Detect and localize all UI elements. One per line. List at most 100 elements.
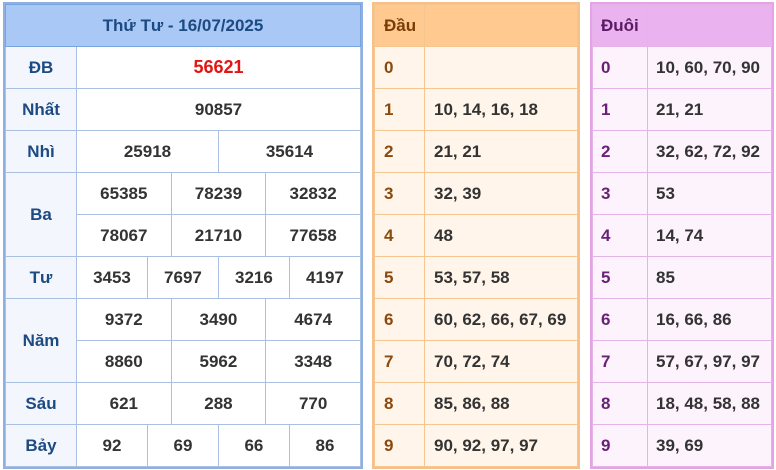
dau-table: Đầu 0 1 10, 14, 16, 18 2 21, 21 3 32, 39 44… [372, 2, 580, 469]
prize-number: 90857 [76, 88, 361, 131]
duoi-row: 5 85 [592, 256, 772, 299]
prize-number: 5962 [170, 340, 267, 383]
dau-header-blank [424, 4, 578, 47]
dau-row: 5 53, 57, 58 [374, 256, 578, 299]
prize-label: Bảy [5, 424, 77, 467]
prize-number-db: 56621 [76, 46, 361, 89]
duoi-row: 9 39, 69 [592, 424, 772, 467]
prize-number: 65385 [76, 172, 172, 215]
dau-digit: 6 [374, 298, 425, 341]
duoi-values: 18, 48, 58, 88 [647, 382, 772, 425]
prize-number: 8860 [76, 340, 172, 383]
dau-digit: 9 [374, 424, 425, 467]
prize-number: 35614 [217, 130, 362, 173]
duoi-row: 1 21, 21 [592, 88, 772, 131]
duoi-row: 6 16, 66, 86 [592, 298, 772, 341]
prize-number: 77658 [265, 214, 361, 257]
dau-row: 4 48 [374, 214, 578, 257]
prize-number: 78067 [76, 214, 172, 257]
duoi-digit: 6 [592, 298, 648, 341]
prize-number: 25918 [76, 130, 219, 173]
dau-digit: 2 [374, 130, 425, 173]
duoi-row: 7 57, 67, 97, 97 [592, 340, 772, 383]
prize-number: 3348 [265, 340, 361, 383]
dau-row: 9 90, 92, 97, 97 [374, 424, 578, 467]
prize-row-sau: Sáu 621 288 770 [5, 382, 361, 425]
dau-digit: 8 [374, 382, 425, 425]
prize-number: 3216 [217, 256, 290, 299]
duoi-values: 39, 69 [647, 424, 772, 467]
prize-number: 4674 [265, 298, 361, 341]
prize-number: 9372 [76, 298, 172, 341]
dau-row: 6 60, 62, 66, 67, 69 [374, 298, 578, 341]
dau-row: 0 [374, 46, 578, 89]
duoi-values: 53 [647, 172, 772, 215]
dau-values: 32, 39 [424, 172, 578, 215]
duoi-values: 32, 62, 72, 92 [647, 130, 772, 173]
dau-digit: 5 [374, 256, 425, 299]
dau-row: 2 21, 21 [374, 130, 578, 173]
dau-header-row: Đầu [374, 4, 578, 47]
duoi-title: Đuôi [592, 4, 648, 47]
prize-row-bay: Bảy 92 69 66 86 [5, 424, 362, 467]
dau-digit: 1 [374, 88, 425, 131]
duoi-values: 10, 60, 70, 90 [647, 46, 772, 89]
duoi-row: 3 53 [592, 172, 772, 215]
dau-values [424, 46, 578, 89]
duoi-values: 14, 74 [647, 214, 772, 257]
prize-number: 86 [288, 424, 362, 467]
prize-row-db: ĐB 56621 [5, 46, 361, 89]
prize-label: Năm [5, 298, 77, 383]
dau-digit: 4 [374, 214, 425, 257]
duoi-header-blank [647, 4, 772, 47]
dau-values: 48 [424, 214, 578, 257]
prize-number: 3453 [76, 256, 148, 299]
dau-digit: 0 [374, 46, 425, 89]
results-header-row: Thứ Tư - 16/07/2025 [5, 4, 361, 47]
dau-row: 3 32, 39 [374, 172, 578, 215]
prize-number: 7697 [146, 256, 219, 299]
duoi-digit: 7 [592, 340, 648, 383]
prize-label: Nhất [5, 88, 77, 131]
prize-label: Ba [5, 172, 77, 257]
dau-values: 85, 86, 88 [424, 382, 578, 425]
dau-row: 1 10, 14, 16, 18 [374, 88, 578, 131]
duoi-digit: 8 [592, 382, 648, 425]
prize-label: ĐB [5, 46, 77, 89]
duoi-table: Đuôi 0 10, 60, 70, 90 1 21, 21 2 32, 62, 72… [590, 2, 774, 469]
duoi-digit: 0 [592, 46, 648, 89]
duoi-row: 0 10, 60, 70, 90 [592, 46, 772, 89]
prize-row-tu: Tư 3453 7697 3216 4197 [5, 256, 362, 299]
prize-number: 32832 [265, 172, 361, 215]
duoi-row: 4 14, 74 [592, 214, 772, 257]
dau-values: 90, 92, 97, 97 [424, 424, 578, 467]
prize-number: 69 [146, 424, 219, 467]
prize-number: 621 [76, 382, 172, 425]
dau-values: 70, 72, 74 [424, 340, 578, 383]
duoi-digit: 9 [592, 424, 648, 467]
dau-values: 21, 21 [424, 130, 578, 173]
duoi-row: 2 32, 62, 72, 92 [592, 130, 772, 173]
duoi-digit: 1 [592, 88, 648, 131]
prize-label: Nhì [5, 130, 77, 173]
prize-number: 3490 [170, 298, 267, 341]
prize-number: 92 [76, 424, 148, 467]
prize-number: 770 [265, 382, 361, 425]
duoi-digit: 3 [592, 172, 648, 215]
duoi-digit: 2 [592, 130, 648, 173]
duoi-values: 21, 21 [647, 88, 772, 131]
duoi-row: 8 18, 48, 58, 88 [592, 382, 772, 425]
dau-values: 10, 14, 16, 18 [424, 88, 578, 131]
dau-row: 8 85, 86, 88 [374, 382, 578, 425]
prize-number: 66 [217, 424, 290, 467]
duoi-values: 57, 67, 97, 97 [647, 340, 772, 383]
prize-label: Sáu [5, 382, 77, 425]
duoi-values: 16, 66, 86 [647, 298, 772, 341]
results-date-title: Thứ Tư - 16/07/2025 [5, 4, 361, 47]
dau-row: 7 70, 72, 74 [374, 340, 578, 383]
dau-digit: 3 [374, 172, 425, 215]
prize-label: Tư [5, 256, 77, 299]
duoi-values: 85 [647, 256, 772, 299]
duoi-digit: 4 [592, 214, 648, 257]
prize-number: 21710 [170, 214, 267, 257]
